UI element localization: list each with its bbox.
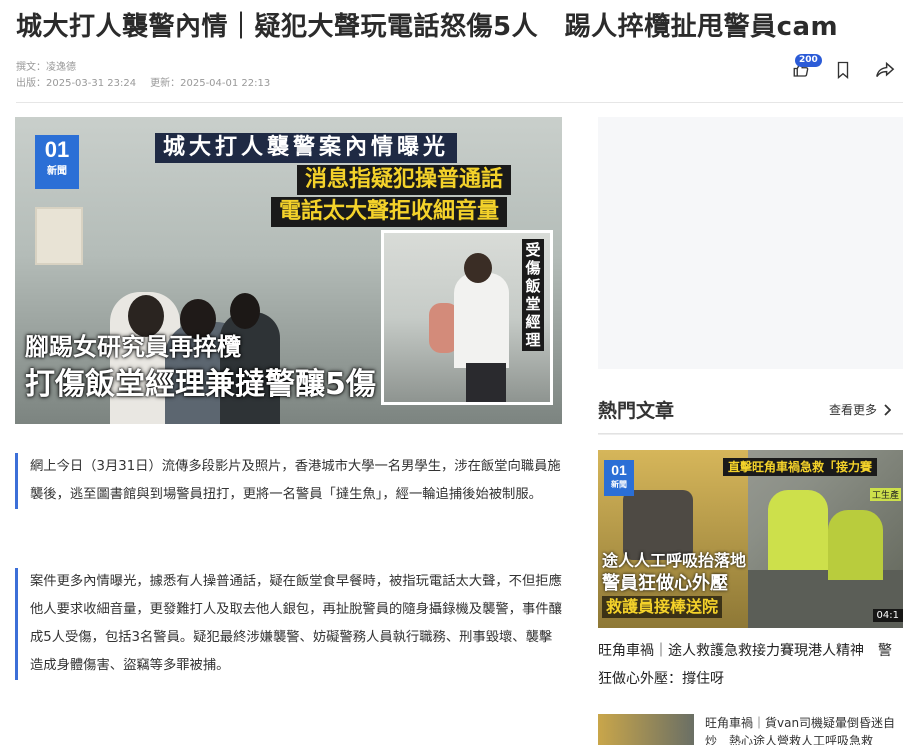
article-headline: 城大打人襲警內情｜疑犯大聲玩電話怒傷5人 踢人捽欖扯甩警員cam [16, 12, 839, 42]
hero-caption-top: 城大打人襲警案內情曝光 [155, 133, 458, 163]
hero-caption-white-1: 腳踢女研究員再捽欖 [25, 333, 241, 361]
officer-head-2 [230, 293, 260, 329]
inset-manager-head [464, 253, 492, 283]
thumb-caption-1: 途人人工呼吸抬落地 [602, 551, 747, 570]
logo-number: 01 [44, 137, 70, 162]
logo-number: 01 [611, 462, 627, 478]
thumb-caption-3: 救護員接棒送院 [602, 596, 723, 618]
inset-label: 受傷飯堂經理 [522, 239, 544, 351]
hero-caption-yellow-2: 電話太大聲拒收細音量 [271, 197, 508, 227]
video-duration: 04:1 [872, 609, 903, 622]
hero-caption-yellow-1: 消息指疑犯操普通話 [297, 165, 512, 195]
share-button[interactable] [875, 60, 895, 80]
author-line: 撰文：凌逸德 [16, 62, 76, 73]
article-meta: 撰文：凌逸德 出版：2025-03-31 23:24 更新：2025-04-01… [16, 60, 270, 92]
like-count-badge: 200 [795, 54, 822, 67]
updated-date: 更新：2025-04-01 22:13 [150, 78, 271, 89]
thumb-caption-2: 警員狂做心外壓 [602, 573, 728, 594]
logo-text: 新聞 [47, 166, 67, 177]
suspect-head [128, 295, 164, 337]
ad-placeholder[interactable] [598, 117, 903, 369]
like-button[interactable]: 200 [791, 54, 822, 80]
article-paragraph-2: 案件更多內情曝光，據悉有人操普通話，疑在飯堂食早餐時，被指玩電話太大聲，不但拒應… [15, 568, 562, 680]
bookmark-button[interactable] [833, 60, 853, 80]
inset-legs [466, 363, 506, 402]
featured-article-thumbnail[interactable]: 01 新聞 直擊旺角車禍急救「接力賽 工生產 途人人工呼吸抬落地 警員狂做心外壓… [598, 450, 903, 628]
hero-caption-white-2: 打傷飯堂經理兼撻警釀5傷 [25, 367, 376, 402]
thumb-side-caption: 工生產 [869, 488, 901, 501]
hero-image[interactable]: 01 新聞 城大打人襲警案內情曝光 消息指疑犯操普通話 電話太大聲拒收細音量 受… [15, 117, 562, 424]
thumb-top-caption: 直擊旺角車禍急救「接力賽 [723, 458, 878, 476]
header-divider [16, 102, 903, 103]
hot-divider [598, 433, 903, 435]
see-more-label: 查看更多 [828, 403, 877, 417]
wall-poster [35, 207, 83, 265]
article-paragraph-1: 網上今日（3月31日）流傳多段影片及照片，香港城市大學一名男學生，涉在飯堂向職員… [15, 453, 562, 509]
chevron-right-icon [884, 403, 891, 416]
hero-inset-photo: 受傷飯堂經理 [381, 230, 553, 405]
second-article-title[interactable]: 旺角車禍｜貨van司機疑暈倒昏迷自炒 熱心途人營救人工呼吸急救 [705, 714, 903, 745]
hk01-logo-small: 01 新聞 [604, 460, 634, 496]
hk01-logo: 01 新聞 [35, 135, 79, 189]
published-date: 出版：2025-03-31 23:24 [16, 78, 137, 89]
article-actions: 200 [791, 54, 895, 80]
thumb-rescuer [768, 490, 828, 570]
see-more-link[interactable]: 查看更多 [829, 401, 891, 418]
logo-text: 新聞 [611, 480, 627, 489]
inset-manager [454, 273, 509, 368]
second-article-thumbnail[interactable] [598, 714, 694, 745]
share-icon [876, 61, 895, 77]
featured-article-title[interactable]: 旺角車禍｜途人救護急救接力賽現港人精神 警狂做心外壓：撐住呀 [598, 637, 903, 693]
bookmark-icon [837, 61, 849, 79]
thumb-rescuer-2 [828, 510, 883, 580]
hot-articles-title: 熱門文章 [598, 400, 675, 422]
